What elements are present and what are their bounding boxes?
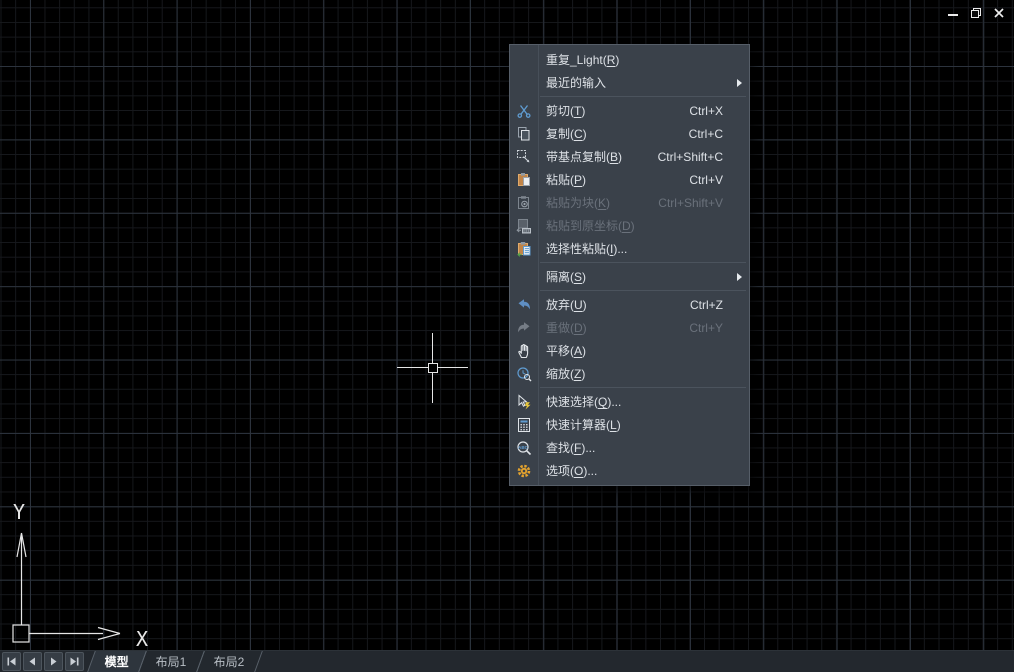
menu-item-find[interactable]: ABC 查找(F)... bbox=[510, 436, 749, 459]
next-tab-button[interactable] bbox=[44, 652, 63, 671]
menu-item-paste-special[interactable]: 选择性粘贴(I)... bbox=[510, 237, 749, 260]
menu-separator bbox=[540, 290, 746, 291]
first-tab-icon bbox=[6, 656, 17, 667]
menu-item-label: 最近的输入 bbox=[546, 74, 606, 91]
context-menu-list: 重复_Light(R) 最近的输入 剪切(T) Ctrl+X bbox=[510, 48, 749, 482]
menu-item-label: 粘贴到原坐标(D) bbox=[546, 217, 635, 234]
menu-item-copy[interactable]: 复制(C) Ctrl+C bbox=[510, 122, 749, 145]
menu-item-copy-with-base-point[interactable]: 带基点复制(B) Ctrl+Shift+C bbox=[510, 145, 749, 168]
shortcut-label: Ctrl+C bbox=[689, 127, 749, 141]
shortcut-label: Ctrl+Y bbox=[689, 321, 749, 335]
paste-as-block-icon bbox=[516, 195, 532, 211]
last-tab-icon bbox=[69, 656, 80, 667]
menu-separator bbox=[540, 387, 746, 388]
menu-item-label: 快速计算器(L) bbox=[546, 416, 621, 433]
quick-calc-icon bbox=[516, 417, 532, 433]
tab-label: 布局2 bbox=[213, 652, 244, 672]
crosshair-line bbox=[437, 367, 468, 368]
restore-down-icon bbox=[970, 7, 982, 19]
menu-item-label: 选项(O)... bbox=[546, 462, 597, 479]
shortcut-label: Ctrl+X bbox=[689, 104, 749, 118]
copy-with-base-point-icon bbox=[516, 149, 532, 165]
next-tab-icon bbox=[48, 656, 59, 667]
ucs-axis-icon: Y X bbox=[0, 485, 170, 655]
menu-item-label: 选择性粘贴(I)... bbox=[546, 240, 627, 257]
tab-layout2[interactable]: 布局2 bbox=[196, 651, 262, 672]
menu-item-label: 剪切(T) bbox=[546, 102, 585, 119]
menu-item-label: 复制(C) bbox=[546, 125, 587, 142]
tab-layout1[interactable]: 布局1 bbox=[138, 651, 204, 672]
layout-tab-bar: 模型 布局1 布局2 bbox=[0, 650, 1014, 672]
crosshair-line bbox=[432, 333, 433, 363]
shortcut-label: Ctrl+Z bbox=[690, 298, 749, 312]
menu-item-paste[interactable]: 粘贴(P) Ctrl+V bbox=[510, 168, 749, 191]
menu-item-label: 粘贴(P) bbox=[546, 171, 586, 188]
options-gear-icon bbox=[516, 463, 532, 479]
tab-strip: 模型 布局1 布局2 bbox=[92, 651, 258, 672]
previous-tab-icon bbox=[27, 656, 38, 667]
menu-item-quick-calculator[interactable]: 快速计算器(L) bbox=[510, 413, 749, 436]
menu-item-label: 隔离(S) bbox=[546, 268, 586, 285]
paste-icon bbox=[516, 172, 532, 188]
menu-item-cut[interactable]: 剪切(T) Ctrl+X bbox=[510, 99, 749, 122]
previous-tab-button[interactable] bbox=[23, 652, 42, 671]
menu-item-options[interactable]: 选项(O)... bbox=[510, 459, 749, 482]
find-icon: ABC bbox=[516, 440, 532, 456]
submenu-arrow-icon bbox=[737, 79, 742, 87]
ucs-y-label: Y bbox=[13, 500, 25, 524]
menu-item-label: 带基点复制(B) bbox=[546, 148, 622, 165]
menu-item-paste-to-original-coords: 粘贴到原坐标(D) bbox=[510, 214, 749, 237]
tab-model[interactable]: 模型 bbox=[87, 651, 147, 672]
menu-item-label: 重做(D) bbox=[546, 319, 587, 336]
window-controls bbox=[946, 6, 1006, 20]
redo-icon bbox=[516, 320, 532, 336]
menu-item-label: 查找(F)... bbox=[546, 439, 595, 456]
paste-to-original-coords-icon bbox=[516, 218, 532, 234]
crosshair-line bbox=[432, 372, 433, 403]
minimize-button[interactable] bbox=[946, 6, 960, 20]
menu-item-zoom[interactable]: 缩放(Z) bbox=[510, 362, 749, 385]
tab-label: 布局1 bbox=[156, 652, 187, 672]
paste-special-icon bbox=[516, 241, 532, 257]
shortcut-label: Ctrl+V bbox=[689, 173, 749, 187]
menu-item-repeat-light[interactable]: 重复_Light(R) bbox=[510, 48, 749, 71]
svg-text:ABC: ABC bbox=[518, 444, 529, 449]
last-tab-button[interactable] bbox=[65, 652, 84, 671]
menu-item-label: 平移(A) bbox=[546, 342, 586, 359]
autocad-window: Y X 重复_Light(R) 最近的输入 剪切(T) bbox=[0, 0, 1014, 672]
close-button[interactable] bbox=[992, 6, 1006, 20]
restore-down-button[interactable] bbox=[969, 6, 983, 20]
ucs-x-label: X bbox=[136, 627, 148, 651]
quick-select-icon bbox=[516, 394, 532, 410]
menu-item-quick-select[interactable]: 快速选择(Q)... bbox=[510, 390, 749, 413]
pickbox bbox=[428, 363, 438, 373]
menu-item-pan[interactable]: 平移(A) bbox=[510, 339, 749, 362]
crosshair-line bbox=[397, 367, 428, 368]
menu-item-label: 快速选择(Q)... bbox=[546, 393, 621, 410]
cut-scissors-icon bbox=[516, 103, 532, 119]
pan-hand-icon bbox=[516, 343, 532, 359]
menu-item-label: 重复_Light(R) bbox=[546, 51, 619, 68]
zoom-icon bbox=[516, 366, 532, 382]
minimize-icon bbox=[947, 7, 959, 19]
first-tab-button[interactable] bbox=[2, 652, 21, 671]
menu-item-label: 粘贴为块(K) bbox=[546, 194, 610, 211]
submenu-arrow-icon bbox=[737, 273, 742, 281]
tab-label: 模型 bbox=[105, 652, 129, 672]
undo-icon bbox=[516, 297, 532, 313]
menu-item-recent-input[interactable]: 最近的输入 bbox=[510, 71, 749, 94]
menu-separator bbox=[540, 96, 746, 97]
context-menu: 重复_Light(R) 最近的输入 剪切(T) Ctrl+X bbox=[509, 44, 750, 486]
menu-item-paste-as-block: 粘贴为块(K) Ctrl+Shift+V bbox=[510, 191, 749, 214]
menu-separator bbox=[540, 262, 746, 263]
menu-item-undo[interactable]: 放弃(U) Ctrl+Z bbox=[510, 293, 749, 316]
close-icon bbox=[993, 7, 1005, 19]
menu-item-isolate[interactable]: 隔离(S) bbox=[510, 265, 749, 288]
copy-icon bbox=[516, 126, 532, 142]
shortcut-label: Ctrl+Shift+V bbox=[658, 196, 749, 210]
menu-item-label: 缩放(Z) bbox=[546, 365, 585, 382]
menu-item-redo: 重做(D) Ctrl+Y bbox=[510, 316, 749, 339]
menu-item-label: 放弃(U) bbox=[546, 296, 587, 313]
shortcut-label: Ctrl+Shift+C bbox=[658, 150, 749, 164]
